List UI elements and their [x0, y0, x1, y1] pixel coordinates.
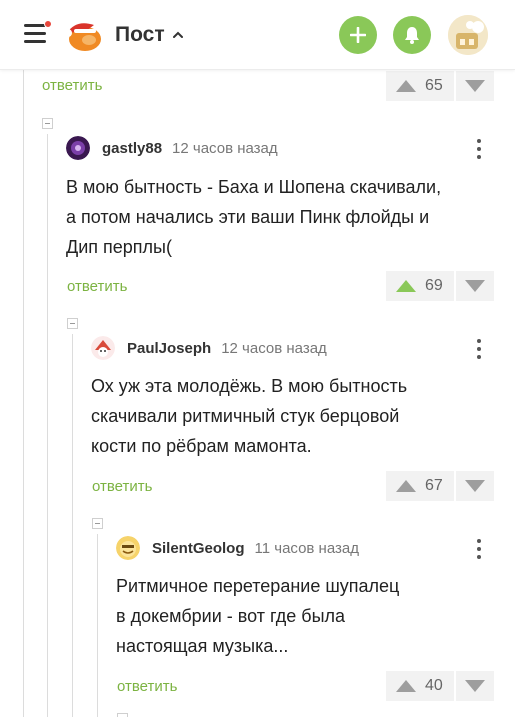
arrow-up-icon: [396, 280, 416, 292]
author-name[interactable]: gastly88: [102, 140, 162, 157]
score: 40: [425, 677, 443, 694]
rating-control: 69: [386, 271, 494, 301]
comment-header: PaulJoseph 12 часов назад: [91, 336, 327, 360]
collapse-thread-button[interactable]: [67, 318, 78, 329]
timestamp: 12 часов назад: [172, 139, 278, 157]
arrow-down-icon: [465, 480, 485, 492]
score: 65: [425, 77, 443, 94]
score: 69: [425, 277, 443, 294]
arrow-up-icon: [396, 80, 416, 92]
thread-line: [97, 534, 98, 717]
arrow-up-icon: [396, 680, 416, 692]
avatar[interactable]: [91, 336, 115, 360]
rating-control: 40: [386, 671, 494, 701]
comment-header: SilentGeolog 11 часов назад: [116, 536, 359, 560]
arrow-up-icon: [396, 480, 416, 492]
timestamp: 12 часов назад: [221, 339, 327, 357]
downvote-button[interactable]: [456, 71, 494, 101]
user-avatar[interactable]: [448, 15, 488, 55]
comment-text: Ох уж эта молодёжь. В мою бытность скачи…: [91, 376, 408, 456]
top-bar: Пост: [0, 0, 515, 70]
collapse-thread-button[interactable]: [92, 518, 103, 529]
reply-link[interactable]: ответить: [42, 77, 102, 94]
avatar[interactable]: [116, 536, 140, 560]
page-title: Пост: [115, 23, 165, 46]
plus-icon: [350, 27, 366, 43]
author-name[interactable]: SilentGeolog: [152, 540, 245, 557]
comment-text: В мою бытность - Баха и Шопена скачивали…: [66, 177, 442, 257]
timestamp: 11 часов назад: [254, 539, 359, 557]
downvote-button[interactable]: [456, 471, 494, 501]
upvote-button[interactable]: 69: [386, 271, 454, 301]
arrow-down-icon: [465, 680, 485, 692]
avatar[interactable]: [66, 136, 90, 160]
more-options-icon[interactable]: [476, 538, 482, 560]
burger-menu-icon[interactable]: [24, 20, 52, 44]
collapse-thread-button[interactable]: [42, 118, 53, 129]
thread-line: [47, 134, 48, 717]
upvote-button[interactable]: 67: [386, 471, 454, 501]
rating-control: 67: [386, 471, 494, 501]
pikabu-logo-icon[interactable]: [64, 17, 104, 53]
upvote-button[interactable]: 40: [386, 671, 454, 701]
notification-dot: [44, 20, 52, 28]
downvote-button[interactable]: [456, 671, 494, 701]
reply-link[interactable]: ответить: [117, 678, 177, 695]
arrow-down-icon: [465, 280, 485, 292]
author-name[interactable]: PaulJoseph: [127, 340, 211, 357]
post-title-toggle[interactable]: Пост: [115, 22, 183, 48]
thread-line: [23, 70, 24, 717]
rating-control: 65: [386, 71, 494, 101]
reply-link[interactable]: ответить: [67, 278, 127, 295]
more-options-icon[interactable]: [476, 138, 482, 160]
bell-icon: [405, 27, 419, 44]
add-post-button[interactable]: [339, 16, 377, 54]
arrow-down-icon: [465, 80, 485, 92]
reply-link[interactable]: ответить: [92, 478, 152, 495]
comment-text: Ритмичное перетерание шупалец в докембри…: [116, 576, 400, 656]
chevron-up-icon: [172, 31, 183, 38]
thread-line: [72, 334, 73, 717]
more-options-icon[interactable]: [476, 338, 482, 360]
notifications-button[interactable]: [393, 16, 431, 54]
collapse-thread-button[interactable]: [117, 713, 128, 717]
upvote-button[interactable]: 65: [386, 71, 454, 101]
comment-header: gastly88 12 часов назад: [66, 136, 278, 160]
score: 67: [425, 477, 443, 494]
downvote-button[interactable]: [456, 271, 494, 301]
